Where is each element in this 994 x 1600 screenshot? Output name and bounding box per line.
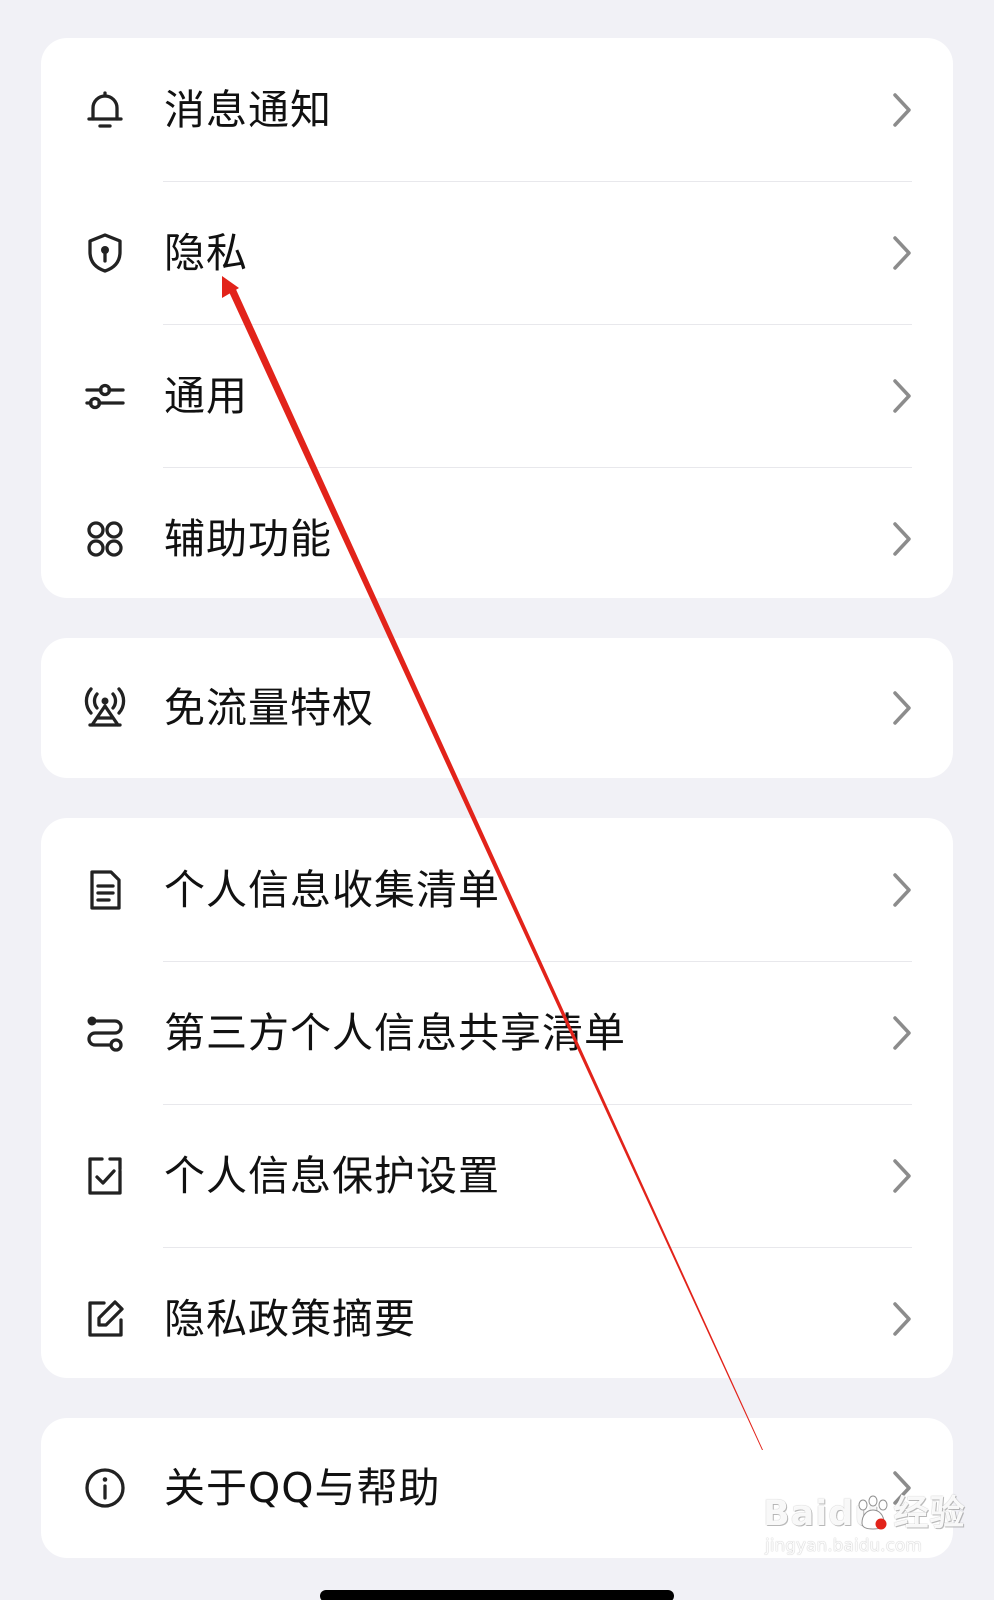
- share-route-icon: [82, 1010, 128, 1056]
- row-free-traffic[interactable]: 免流量特权: [41, 638, 953, 778]
- settings-group-data-plan: 免流量特权: [41, 638, 953, 778]
- row-personal-info-protection[interactable]: 个人信息保护设置: [41, 1104, 953, 1247]
- sliders-icon: [82, 373, 128, 419]
- checkbox-icon: [82, 1153, 128, 1199]
- chevron-right-icon: [890, 870, 914, 910]
- edit-icon: [82, 1296, 128, 1342]
- chevron-right-icon: [890, 519, 914, 559]
- row-third-party-sharing[interactable]: 第三方个人信息共享清单: [41, 961, 953, 1104]
- chevron-right-icon: [890, 1299, 914, 1339]
- row-label: 辅助功能: [164, 514, 332, 563]
- row-label: 通用: [164, 371, 248, 420]
- settings-page: 消息通知 隐私 通用 辅助功能 免流量特权 个人信息收集清单 第三方个人信息共享…: [0, 0, 994, 1600]
- row-label: 隐私: [164, 228, 248, 277]
- chevron-right-icon: [890, 376, 914, 416]
- row-label: 个人信息收集清单: [164, 865, 500, 914]
- row-privacy[interactable]: 隐私: [41, 181, 953, 324]
- chevron-right-icon: [890, 233, 914, 273]
- settings-group-about: 关于QQ与帮助: [41, 1418, 953, 1558]
- info-icon: [82, 1465, 128, 1511]
- chevron-right-icon: [890, 90, 914, 130]
- home-indicator[interactable]: [320, 1590, 674, 1600]
- signal-tower-icon: [82, 685, 128, 731]
- chevron-right-icon: [890, 688, 914, 728]
- row-general[interactable]: 通用: [41, 324, 953, 467]
- grid-icon: [82, 516, 128, 562]
- row-privacy-policy-summary[interactable]: 隐私政策摘要: [41, 1247, 953, 1378]
- row-label: 隐私政策摘要: [164, 1294, 416, 1343]
- row-label: 消息通知: [164, 85, 332, 134]
- row-accessibility[interactable]: 辅助功能: [41, 467, 953, 598]
- row-label: 个人信息保护设置: [164, 1151, 500, 1200]
- row-message-notification[interactable]: 消息通知: [41, 38, 953, 181]
- chevron-right-icon: [890, 1013, 914, 1053]
- settings-group-personal-info: 个人信息收集清单 第三方个人信息共享清单 个人信息保护设置 隐私政策摘要: [41, 818, 953, 1378]
- shield-lock-icon: [82, 230, 128, 276]
- row-about-qq-help[interactable]: 关于QQ与帮助: [41, 1418, 953, 1558]
- settings-group-general: 消息通知 隐私 通用 辅助功能: [41, 38, 953, 598]
- chevron-right-icon: [890, 1468, 914, 1508]
- chevron-right-icon: [890, 1156, 914, 1196]
- row-label: 第三方个人信息共享清单: [164, 1008, 626, 1057]
- document-icon: [82, 867, 128, 913]
- bell-icon: [82, 87, 128, 133]
- row-label: 关于QQ与帮助: [164, 1464, 441, 1512]
- row-label: 免流量特权: [164, 684, 374, 732]
- row-personal-info-collection[interactable]: 个人信息收集清单: [41, 818, 953, 961]
